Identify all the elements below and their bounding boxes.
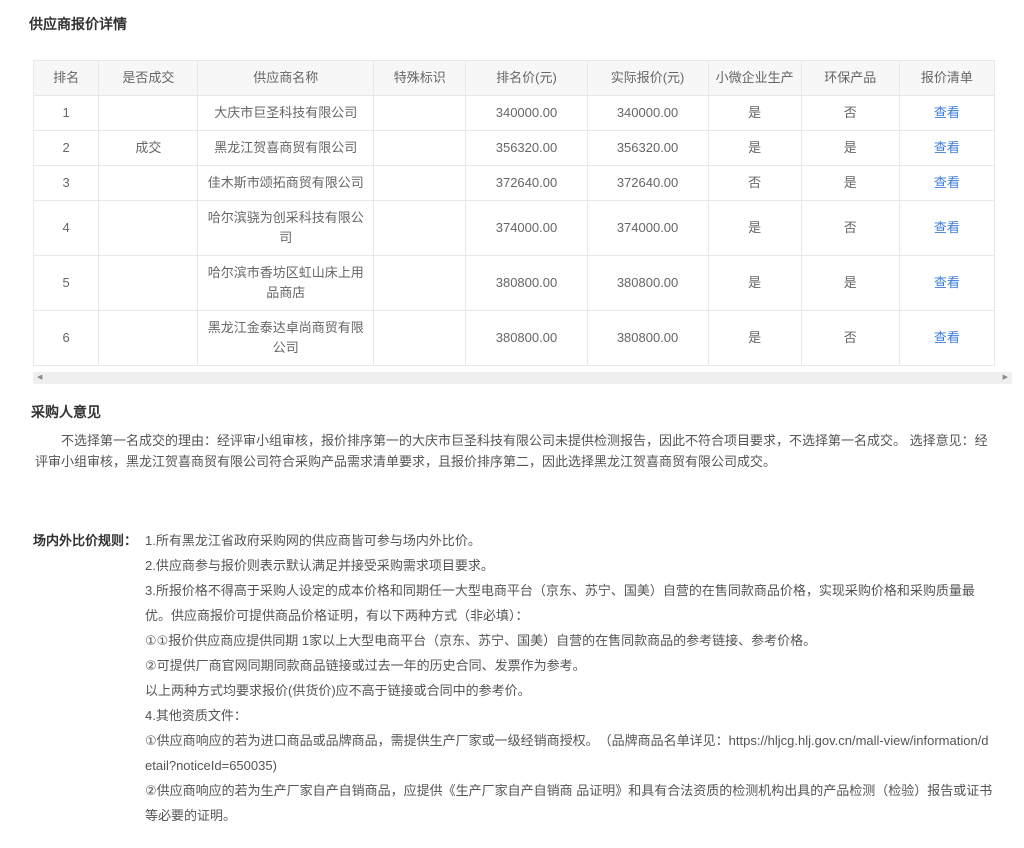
cell-eco: 否 [801,96,899,131]
cell-special [374,131,466,166]
cell-rank: 2 [34,131,99,166]
purchaser-opinion-text: 不选择第一名成交的理由：经评审小组审核，报价排序第一的大庆市巨圣科技有限公司未提… [31,430,993,472]
cell-rank-price: 380800.00 [466,311,587,366]
cell-rank-price: 380800.00 [466,256,587,311]
rule-item: 1.所有黑龙江省政府采购网的供应商皆可参与场内外比价。 [145,528,993,553]
table-row: 1 大庆市巨圣科技有限公司 340000.00 340000.00 是 否 查看 [34,96,995,131]
cell-quote-list: 查看 [899,256,994,311]
cell-special [374,201,466,256]
quote-table-container: 排名 是否成交 供应商名称 特殊标识 排名价(元) 实际报价(元) 小微企业生产… [33,60,995,366]
cell-eco: 是 [801,256,899,311]
table-row: 5 哈尔滨市香坊区虹山床上用品商店 380800.00 380800.00 是 … [34,256,995,311]
col-header-actual-price: 实际报价(元) [587,61,708,96]
col-header-rank: 排名 [34,61,99,96]
cell-supplier: 哈尔滨市香坊区虹山床上用品商店 [198,256,374,311]
cell-deal [99,166,198,201]
price-comparison-rules: 场内外比价规则： 1.所有黑龙江省政府采购网的供应商皆可参与场内外比价。 2.供… [33,528,993,828]
horizontal-scrollbar[interactable]: ◀ ▶ [33,372,1012,384]
cell-actual-price: 380800.00 [587,256,708,311]
cell-actual-price: 380800.00 [587,311,708,366]
cell-eco: 否 [801,311,899,366]
cell-rank: 5 [34,256,99,311]
rules-label: 场内外比价规则： [33,528,145,553]
col-header-deal: 是否成交 [99,61,198,96]
col-header-quote-list: 报价清单 [899,61,994,96]
view-quote-link[interactable]: 查看 [934,220,960,235]
cell-actual-price: 374000.00 [587,201,708,256]
cell-eco: 否 [801,201,899,256]
cell-special [374,166,466,201]
cell-deal [99,311,198,366]
cell-special [374,311,466,366]
cell-small-micro: 是 [708,256,801,311]
cell-quote-list: 查看 [899,131,994,166]
purchaser-opinion-title: 采购人意见 [31,402,993,422]
cell-rank-price: 340000.00 [466,96,587,131]
col-header-special: 特殊标识 [374,61,466,96]
rule-item: 3.所报价格不得高于采购人设定的成本价格和同期任一大型电商平台（京东、苏宁、国美… [145,578,993,628]
rule-item: ②供应商响应的若为生产厂家自产自销商品，应提供《生产厂家自产自销商 品证明》和具… [145,778,993,828]
rules-body: 1.所有黑龙江省政府采购网的供应商皆可参与场内外比价。 2.供应商参与报价则表示… [145,528,993,828]
cell-special [374,256,466,311]
cell-small-micro: 是 [708,201,801,256]
cell-eco: 是 [801,166,899,201]
view-quote-link[interactable]: 查看 [934,330,960,345]
cell-small-micro: 是 [708,96,801,131]
table-row: 2 成交 黑龙江贺喜商贸有限公司 356320.00 356320.00 是 是… [34,131,995,166]
table-row: 3 佳木斯市颂拓商贸有限公司 372640.00 372640.00 否 是 查… [34,166,995,201]
cell-rank: 3 [34,166,99,201]
page-title: 供应商报价详情 [29,14,993,34]
cell-eco: 是 [801,131,899,166]
cell-small-micro: 是 [708,131,801,166]
table-row: 4 哈尔滨骁为创采科技有限公司 374000.00 374000.00 是 否 … [34,201,995,256]
supplier-quote-page: 供应商报价详情 排名 是否成交 供应商名称 特殊标识 排名价(元) 实际报价(元… [0,0,1024,848]
scroll-right-icon[interactable]: ▶ [1003,372,1008,384]
quote-table: 排名 是否成交 供应商名称 特殊标识 排名价(元) 实际报价(元) 小微企业生产… [33,60,995,366]
cell-rank: 4 [34,201,99,256]
cell-deal [99,96,198,131]
view-quote-link[interactable]: 查看 [934,105,960,120]
view-quote-link[interactable]: 查看 [934,275,960,290]
col-header-rank-price: 排名价(元) [466,61,587,96]
rule-item: ①①报价供应商应提供同期 1家以上大型电商平台（京东、苏宁、国美）自营的在售同款… [145,628,993,653]
cell-supplier: 佳木斯市颂拓商贸有限公司 [198,166,374,201]
cell-actual-price: 372640.00 [587,166,708,201]
scroll-left-icon[interactable]: ◀ [37,372,42,384]
rule-item: 以上两种方式均要求报价(供货价)应不高于链接或合同中的参考价。 [145,678,993,703]
cell-supplier: 哈尔滨骁为创采科技有限公司 [198,201,374,256]
cell-quote-list: 查看 [899,201,994,256]
cell-supplier: 黑龙江金泰达卓尚商贸有限公司 [198,311,374,366]
rule-item: 2.供应商参与报价则表示默认满足并接受采购需求项目要求。 [145,553,993,578]
cell-rank-price: 356320.00 [466,131,587,166]
cell-quote-list: 查看 [899,166,994,201]
rule-item: 4.其他资质文件： [145,703,993,728]
view-quote-link[interactable]: 查看 [934,175,960,190]
cell-quote-list: 查看 [899,311,994,366]
cell-actual-price: 340000.00 [587,96,708,131]
cell-rank-price: 372640.00 [466,166,587,201]
cell-supplier: 大庆市巨圣科技有限公司 [198,96,374,131]
rule-item: ①供应商响应的若为进口商品或品牌商品，需提供生产厂家或一级经销商授权。 （品牌商… [145,728,993,778]
col-header-eco: 环保产品 [801,61,899,96]
cell-deal: 成交 [99,131,198,166]
table-header-row: 排名 是否成交 供应商名称 特殊标识 排名价(元) 实际报价(元) 小微企业生产… [34,61,995,96]
cell-deal [99,201,198,256]
view-quote-link[interactable]: 查看 [934,140,960,155]
col-header-supplier: 供应商名称 [198,61,374,96]
cell-supplier: 黑龙江贺喜商贸有限公司 [198,131,374,166]
cell-rank: 6 [34,311,99,366]
cell-quote-list: 查看 [899,96,994,131]
col-header-small-micro: 小微企业生产 [708,61,801,96]
table-row: 6 黑龙江金泰达卓尚商贸有限公司 380800.00 380800.00 是 否… [34,311,995,366]
cell-actual-price: 356320.00 [587,131,708,166]
cell-small-micro: 否 [708,166,801,201]
cell-rank: 1 [34,96,99,131]
cell-rank-price: 374000.00 [466,201,587,256]
cell-special [374,96,466,131]
rule-item: ②可提供厂商官网同期同款商品链接或过去一年的历史合同、发票作为参考。 [145,653,993,678]
cell-deal [99,256,198,311]
cell-small-micro: 是 [708,311,801,366]
